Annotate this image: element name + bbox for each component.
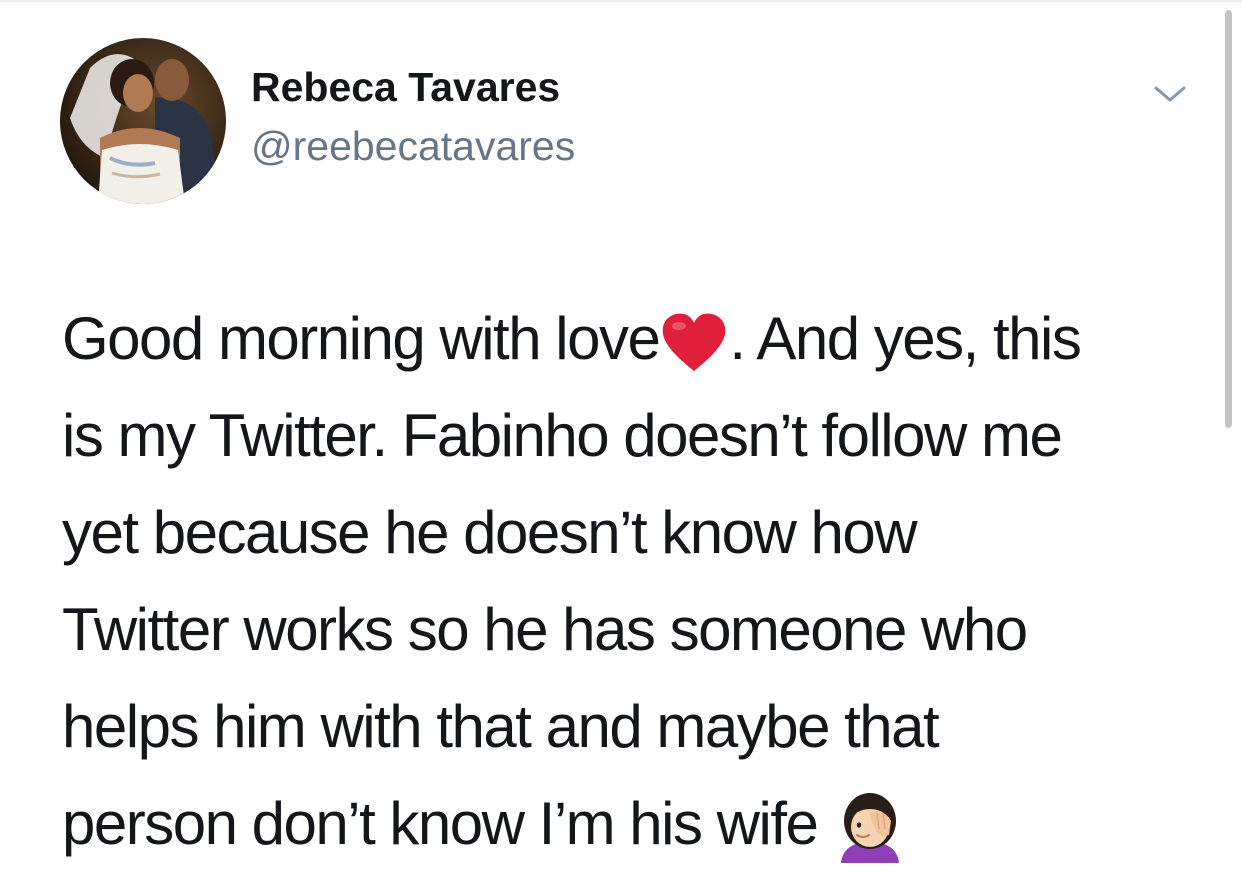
tweet-line: person don’t know I’m his wife — [62, 775, 1212, 872]
scrollbar[interactable] — [1225, 10, 1232, 428]
tweet-text: Good morning with love . And yes, this is… — [62, 290, 1212, 872]
tweet-line: is my Twitter. Fabinho doesn’t follow me — [62, 402, 1063, 469]
tweet-line: Twitter works so he has someone who — [62, 596, 1028, 663]
author-name[interactable]: Rebeca Tavares — [251, 64, 560, 111]
tweet-line: Good morning with love . And yes, this — [62, 290, 1212, 387]
tweet-line: helps him with that and maybe that — [62, 693, 940, 760]
tweet-text-segment: . And yes, this — [729, 305, 1082, 372]
chevron-down-icon[interactable] — [1150, 80, 1190, 108]
divider — [0, 0, 1242, 2]
woman-facepalming-emoji — [840, 793, 899, 864]
tweet-line: yet because he doesn’t know how — [62, 499, 918, 566]
tweet-text-segment: person don’t know I’m his wife — [62, 790, 833, 857]
avatar-photo — [60, 38, 226, 204]
avatar[interactable] — [60, 38, 226, 204]
red-heart-emoji — [663, 313, 726, 372]
tweet-text-segment: Good morning with love — [62, 305, 661, 372]
author-handle[interactable]: @reebecatavares — [251, 123, 575, 170]
tweet-screen: Rebeca Tavares @reebecatavares Good morn… — [0, 0, 1242, 877]
